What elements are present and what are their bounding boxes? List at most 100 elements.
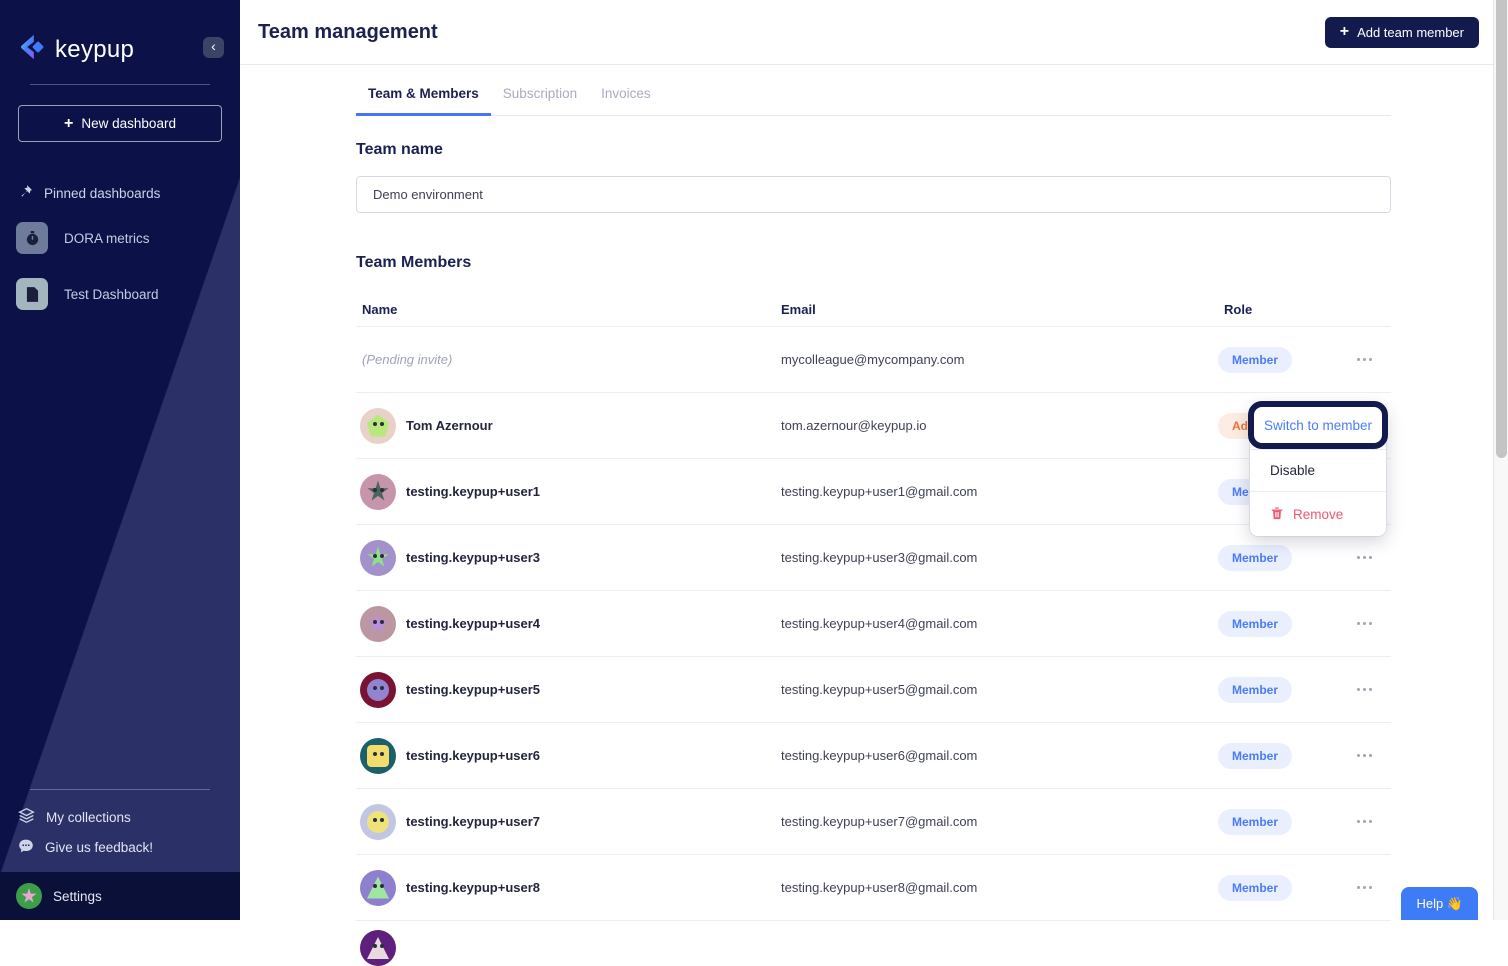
sidebar-divider [30,789,210,790]
avatar-eyes [373,422,377,426]
layers-icon [18,807,35,827]
chat-bubble-icon [18,838,34,857]
menu-item-label: Disable [1270,463,1315,478]
role-badge: Member [1218,347,1292,373]
member-name-cell: (Pending invite) [356,352,775,367]
add-team-member-label: Add team member [1357,25,1464,40]
row-actions-cell [1355,814,1391,829]
help-button[interactable]: Help 👋 [1401,887,1478,920]
new-dashboard-button[interactable]: + New dashboard [18,105,222,142]
sidebar-collapse-button[interactable]: ‹ [203,37,224,58]
table-row: testing.keypup+user8testing.keypup+user8… [356,854,1391,920]
member-name: testing.keypup+user4 [406,616,540,631]
row-menu-button[interactable] [1355,814,1391,829]
sidebar-item-feedback[interactable]: Give us feedback! [0,832,240,862]
member-role-cell: Member [1218,809,1355,835]
member-email: mycolleague@mycompany.com [775,352,1218,367]
avatar-shape [367,745,389,767]
scrollbar-thumb[interactable] [1496,0,1507,458]
pinned-item-label: Test Dashboard [64,287,159,302]
add-team-member-button[interactable]: + Add team member [1325,17,1479,48]
table-row: testing.keypup+user1 testing.keypup+user1… [356,458,1391,524]
pinned-dashboards-label: Pinned dashboards [44,186,160,201]
row-menu-button[interactable] [1355,616,1391,631]
member-name: Tom Azernour [406,418,493,433]
tab-subscription[interactable]: Subscription [491,86,589,116]
member-email: testing.keypup+user7@gmail.com [775,814,1218,829]
menu-item-label: Remove [1293,507,1343,522]
avatar-eyes [373,752,377,756]
row-actions-cell [1355,616,1391,631]
member-name: testing.keypup+user1 [406,484,540,499]
member-email: testing.keypup+user1@gmail.com [775,484,1218,499]
avatar-shape [367,877,389,899]
role-badge: Member [1218,743,1292,769]
avatar [360,738,396,774]
member-role-cell: Member [1218,875,1355,901]
menu-item-switch-to-member[interactable]: Switch to member [1248,401,1388,449]
row-menu-button[interactable] [1355,748,1391,763]
sidebar-item-my-collections[interactable]: My collections [0,802,240,832]
sidebar-item-dora-metrics[interactable]: DORA metrics [0,218,240,258]
table-row: Tom Azernourtom.azernour@keypup.ioAdmin [356,392,1391,458]
table-row: (Pending invite)mycolleague@mycompany.co… [356,326,1391,392]
tab-team-members[interactable]: Team & Members [356,86,491,116]
member-name: testing.keypup+user5 [406,682,540,697]
row-menu-button[interactable] [1355,682,1391,697]
avatar-eyes [373,554,377,558]
my-collections-label: My collections [46,810,131,825]
table-row: testing.keypup+user4 testing.keypup+user4… [356,590,1391,656]
member-name-cell: testing.keypup+user3 [356,540,775,576]
avatar-shape [367,547,389,569]
role-badge: Member [1218,875,1292,901]
row-menu-button[interactable] [1355,880,1391,895]
plus-icon: + [1340,23,1349,41]
table-row: testing.keypup+user6testing.keypup+user6… [356,722,1391,788]
row-menu-button[interactable] [1355,352,1391,367]
avatar [360,870,396,906]
sidebar-divider [30,84,210,85]
member-role-cell: Member [1218,347,1355,373]
member-role-cell: Member [1218,677,1355,703]
menu-item-label: Switch to member [1264,418,1372,433]
settings-label: Settings [53,889,102,904]
pin-icon [18,184,33,202]
role-badge: Member [1218,545,1292,571]
member-name: testing.keypup+user7 [406,814,540,829]
page-scrollbar[interactable] [1493,0,1508,920]
page-header: Team management + Add team member [240,0,1493,65]
avatar [360,804,396,840]
sidebar-item-settings[interactable]: Settings [0,872,240,920]
pinned-dashboards-list: DORA metrics Test Dashboard [0,202,240,314]
member-name-cell: testing.keypup+user8 [356,870,775,906]
menu-item-remove[interactable]: Remove [1250,491,1386,536]
avatar-shape [367,415,389,437]
member-role-cell: Member [1218,743,1355,769]
member-email: testing.keypup+user5@gmail.com [775,682,1218,697]
row-menu-button[interactable] [1355,550,1391,565]
table-row-partial [356,920,1391,945]
avatar-eyes [373,488,377,492]
avatar [360,606,396,642]
avatar [360,930,396,966]
logo: keypup ‹ [0,0,240,67]
column-header-name: Name [356,302,775,317]
avatar-shape [367,613,389,635]
avatar [360,474,396,510]
table-header-row: NameEmailRole [356,293,1391,326]
avatar-shape [367,481,389,503]
sidebar-item-test-dashboard[interactable]: Test Dashboard [0,274,240,314]
avatar [360,408,396,444]
role-badge: Member [1218,677,1292,703]
team-members-table: NameEmailRole (Pending invite)mycolleagu… [356,293,1391,945]
avatar [360,672,396,708]
table-row: testing.keypup+user3testing.keypup+user3… [356,524,1391,590]
member-email: tom.azernour@keypup.io [775,418,1218,433]
team-name-input[interactable] [356,176,1391,213]
member-role-cell: Member [1218,611,1355,637]
tab-invoices[interactable]: Invoices [589,86,663,116]
member-email: testing.keypup+user4@gmail.com [775,616,1218,631]
sidebar: keypup ‹ + New dashboard Pinned dashboar… [0,0,240,920]
menu-item-disable[interactable]: Disable [1250,449,1386,491]
column-header-email: Email [775,302,1218,317]
